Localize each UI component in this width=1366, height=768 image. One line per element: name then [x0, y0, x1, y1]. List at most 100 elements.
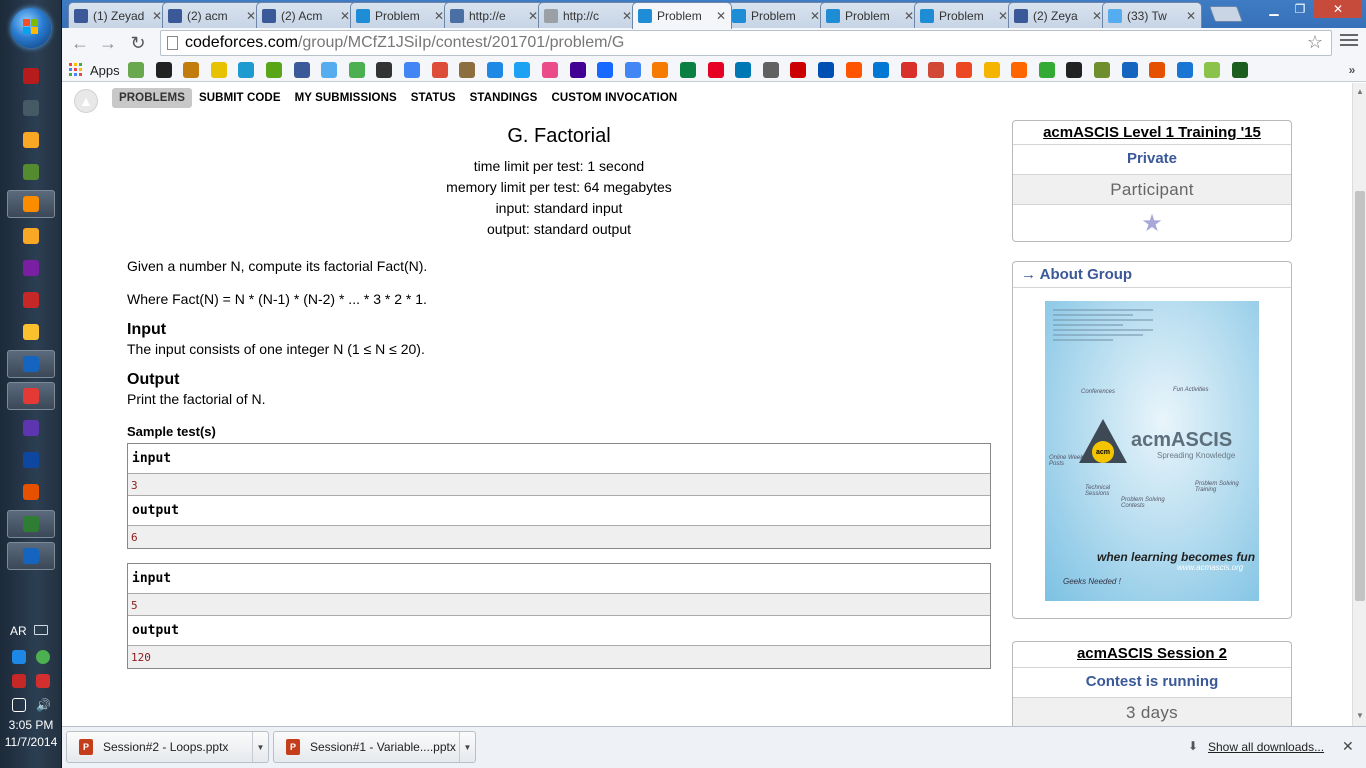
bookmark-icon[interactable]: [597, 62, 614, 78]
bookmark-icon[interactable]: [735, 62, 752, 78]
tab-close-icon[interactable]: ✕: [998, 9, 1008, 23]
scroll-down-icon[interactable]: ▼: [1356, 711, 1364, 720]
taskbar-messenger-button[interactable]: [7, 318, 55, 346]
bookmark-icon[interactable]: [431, 62, 448, 78]
bookmark-icon[interactable]: [818, 62, 834, 78]
bookmark-icon[interactable]: [762, 62, 779, 78]
browser-tab[interactable]: (2) acm ✕: [162, 2, 262, 28]
close-downloads-bar-icon[interactable]: ✕: [1342, 738, 1354, 755]
bookmark-icon[interactable]: [1121, 62, 1138, 78]
address-bar[interactable]: codeforces.com/group/MCfZ1JSiIp/contest/…: [160, 30, 1332, 56]
maximize-button[interactable]: ❐: [1288, 0, 1312, 18]
browser-tab[interactable]: (2) Acm ✕: [256, 2, 356, 28]
bookmark-icon[interactable]: [293, 62, 310, 78]
tab-close-icon[interactable]: ✕: [528, 9, 538, 23]
about-group-title[interactable]: → About Group: [1013, 262, 1291, 288]
tab-close-icon[interactable]: ✕: [1092, 9, 1102, 23]
show-all-downloads-link[interactable]: Show all downloads...: [1208, 740, 1324, 754]
tab-close-icon[interactable]: ✕: [716, 9, 726, 23]
tab-close-icon[interactable]: ✕: [340, 9, 350, 23]
bookmark-icon[interactable]: [1011, 62, 1028, 78]
browser-tab[interactable]: http://c ✕: [538, 2, 638, 28]
bookmark-icon[interactable]: [624, 62, 641, 78]
bookmark-icon[interactable]: [183, 62, 200, 78]
taskbar-explorer-button[interactable]: [7, 222, 55, 250]
volume-icon[interactable]: 🔊: [36, 698, 51, 712]
contest-title-link[interactable]: acmASCIS Level 1 Training '15: [1013, 121, 1291, 145]
menu-my-submissions[interactable]: MY SUBMISSIONS: [288, 88, 404, 108]
bookmark-icon[interactable]: [321, 62, 338, 78]
start-button[interactable]: [11, 8, 51, 48]
bookmark-icon[interactable]: [680, 62, 696, 78]
browser-tab[interactable]: http://e ✕: [444, 2, 544, 28]
bookmark-icon[interactable]: [956, 62, 972, 78]
more-bookmarks-icon[interactable]: »: [1344, 62, 1360, 78]
tab-close-icon[interactable]: ✕: [622, 9, 632, 23]
page-scrollbar[interactable]: ▲ ▼: [1352, 83, 1366, 726]
monitor-tray-icon[interactable]: [12, 698, 26, 712]
session-title-link[interactable]: acmASCIS Session 2: [1013, 642, 1291, 668]
bookmark-icon[interactable]: [1176, 62, 1193, 78]
taskbar-vs-blend-button[interactable]: [7, 414, 55, 442]
apps-grid-icon[interactable]: [68, 62, 84, 78]
taskbar-ar-app-button[interactable]: [7, 62, 55, 90]
network-error-icon[interactable]: [12, 674, 26, 688]
bookmark-icon[interactable]: [459, 62, 476, 78]
bookmark-icon[interactable]: [348, 62, 365, 78]
apps-label[interactable]: Apps: [90, 63, 120, 78]
menu-standings[interactable]: STANDINGS: [463, 88, 545, 108]
tab-close-icon[interactable]: ✕: [152, 9, 162, 23]
browser-tab[interactable]: Problem ✕: [820, 2, 920, 28]
bookmark-icon[interactable]: [873, 62, 890, 78]
bookmark-icon[interactable]: [1094, 62, 1110, 78]
reload-button[interactable]: ↻: [126, 31, 150, 55]
bookmark-icon[interactable]: [1149, 62, 1166, 78]
taskbar-paint-button[interactable]: [7, 350, 55, 378]
bookmark-icon[interactable]: [210, 62, 227, 78]
keyboard-icon[interactable]: [34, 625, 48, 635]
bookmark-icon[interactable]: [707, 62, 724, 78]
chrome-menu-icon[interactable]: [1340, 34, 1358, 49]
favorite-star-icon[interactable]: ★: [1013, 205, 1291, 241]
tab-close-icon[interactable]: ✕: [246, 9, 256, 23]
sample-input-value[interactable]: 5: [128, 594, 990, 616]
bookmark-icon[interactable]: [569, 62, 586, 78]
bookmark-star-icon[interactable]: ☆: [1307, 32, 1323, 53]
tab-close-icon[interactable]: ✕: [1186, 9, 1196, 23]
sample-output-value[interactable]: 120: [128, 646, 990, 668]
language-indicator[interactable]: AR: [10, 624, 27, 638]
bookmark-icon[interactable]: [1204, 62, 1221, 78]
taskbar-pdf-button[interactable]: [7, 286, 55, 314]
taskbar-monitor-button[interactable]: [7, 94, 55, 122]
browser-tab[interactable]: Problem ✕: [726, 2, 826, 28]
bookmark-icon[interactable]: [1038, 62, 1055, 78]
utorrent-tray-icon[interactable]: [36, 650, 50, 664]
bookmark-icon[interactable]: [900, 62, 917, 78]
taskbar-photoshop-button[interactable]: [7, 446, 55, 474]
new-tab-button[interactable]: [1209, 6, 1243, 22]
menu-problems[interactable]: PROBLEMS: [112, 88, 192, 108]
bookmark-icon[interactable]: [542, 62, 558, 78]
bookmark-icon[interactable]: [486, 62, 503, 78]
forward-button[interactable]: →: [96, 31, 120, 55]
taskbar-notes-button[interactable]: [7, 158, 55, 186]
browser-tab[interactable]: Problem ✕: [350, 2, 450, 28]
browser-tab[interactable]: (2) Zeya ✕: [1008, 2, 1108, 28]
bookmark-icon[interactable]: [928, 62, 945, 78]
back-button[interactable]: ←: [68, 31, 92, 55]
close-window-button[interactable]: ✕: [1314, 0, 1362, 18]
bookmark-icon[interactable]: [845, 62, 862, 78]
menu-status[interactable]: STATUS: [404, 88, 463, 108]
minimize-button[interactable]: ▁: [1262, 0, 1286, 18]
download-menu-icon[interactable]: ▼: [252, 732, 268, 762]
tab-close-icon[interactable]: ✕: [810, 9, 820, 23]
browser-tab[interactable]: (1) Zeyad ✕: [68, 2, 168, 28]
taskbar-word-button[interactable]: [7, 542, 55, 570]
browser-tab[interactable]: Problem ✕: [914, 2, 1014, 28]
bookmark-icon[interactable]: [128, 62, 144, 78]
taskbar-clock[interactable]: 3:05 PM 11/7/2014: [0, 717, 62, 751]
scroll-thumb[interactable]: [1355, 191, 1365, 601]
menu-custom-invocation[interactable]: CUSTOM INVOCATION: [544, 88, 684, 108]
bookmark-icon[interactable]: [514, 62, 531, 78]
bookmark-icon[interactable]: [376, 62, 393, 78]
